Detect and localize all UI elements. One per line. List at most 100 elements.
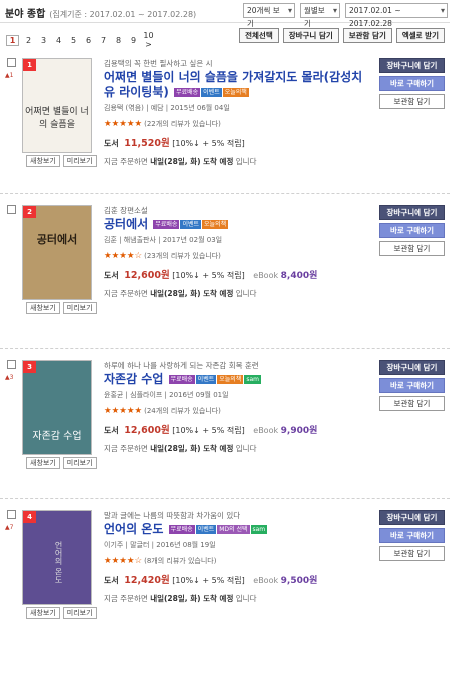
select-all-button[interactable]: 전체선택	[239, 28, 279, 43]
ebook-label: eBook	[253, 576, 279, 585]
price-row: 도서 12,420원 [10%↓ + 5% 적립] eBook 9,500원	[104, 572, 369, 586]
review-count[interactable]: (22개의 리뷰가 있습니다)	[144, 120, 221, 128]
view-count-select[interactable]: 20개씩 보기	[243, 3, 295, 28]
book-subtitle: 하루에 하나 나를 사랑하게 되는 자존감 회복 훈련	[104, 361, 259, 370]
page-title-text: 분야 종합	[5, 9, 46, 20]
rank-badge: 2	[23, 206, 36, 218]
add-to-cart-button[interactable]: 장바구니에 담기	[379, 205, 445, 220]
review-count[interactable]: (8개의 리뷰가 있습니다)	[144, 557, 216, 565]
badge: 이벤트	[180, 220, 202, 229]
period-text: (집계기준 : 2017.02.01 ~ 2017.02.28)	[49, 10, 197, 19]
rank-change: ▲1	[5, 72, 14, 79]
page-link[interactable]: 5	[68, 36, 79, 45]
review-count[interactable]: (24개의 리뷰가 있습니다)	[144, 407, 221, 415]
new-window-button[interactable]: 새창보기	[26, 155, 60, 167]
star-icons: ★★★★☆	[104, 251, 143, 261]
select-checkbox[interactable]	[7, 360, 16, 369]
page-link[interactable]: 6	[83, 36, 94, 45]
rank-badge: 3	[23, 361, 36, 373]
book-cover[interactable]: 3 자존감 수업	[22, 360, 92, 455]
new-window-button[interactable]: 새창보기	[26, 302, 60, 314]
book-cover[interactable]: 2 공터에서	[22, 205, 92, 300]
preview-button[interactable]: 미리보기	[62, 607, 97, 619]
add-cart-button[interactable]: 장바구니 담기	[282, 28, 339, 43]
period-view-select[interactable]: 월별보기	[300, 3, 340, 28]
preview-button[interactable]: 미리보기	[62, 155, 97, 167]
book-price: 12,600원	[124, 270, 170, 281]
price-label: 도서	[104, 271, 119, 280]
header-bar: 분야 종합 (집계기준 : 2017.02.01 ~ 2017.02.28) 20…	[0, 0, 450, 28]
ship-date: 내일(28일, 화) 도착 예정	[150, 444, 234, 453]
discount: [10%↓ + 5% 적립]	[172, 271, 245, 280]
badge: 오늘의책	[202, 220, 229, 229]
badge: MD의 선택	[217, 525, 250, 534]
rank-badge: 1	[23, 59, 36, 71]
wishlist-button[interactable]: 보관함 담기	[379, 241, 445, 256]
wishlist-button[interactable]: 보관함 담기	[379, 546, 445, 561]
book-cover[interactable]: 4 언어의 온도	[22, 510, 92, 605]
shipping-info: 지금 주문하면 내일(28일, 화) 도착 예정 입니다	[104, 288, 369, 299]
page-link[interactable]: 10 >	[143, 31, 154, 49]
book-title-row: 언어의 온도 무료배송 이벤트 MD의 선택 sam	[104, 522, 369, 537]
new-window-button[interactable]: 새창보기	[26, 607, 60, 619]
badge: sam	[244, 375, 261, 384]
shipping-info: 지금 주문하면 내일(28일, 화) 도착 예정 입니다	[104, 156, 369, 167]
rating: ★★★★★ (22개의 리뷰가 있습니다)	[104, 119, 369, 129]
book-subtitle: 말과 글에는 나름의 따뜻함과 차가움이 있다	[104, 511, 241, 520]
page-link[interactable]: 2	[23, 36, 34, 45]
keep-button[interactable]: 보관함 담기	[342, 28, 392, 43]
page-link[interactable]: 7	[98, 36, 109, 45]
buy-now-button[interactable]: 바로 구매하기	[379, 378, 445, 393]
ship-date: 내일(28일, 화) 도착 예정	[150, 594, 234, 603]
book-actions: 장바구니에 담기 바로 구매하기 보관함 담기	[379, 510, 445, 564]
select-checkbox[interactable]	[7, 510, 16, 519]
buy-now-button[interactable]: 바로 구매하기	[379, 223, 445, 238]
preview-buttons: 새창보기 미리보기	[26, 457, 100, 469]
page-link[interactable]: 9	[128, 36, 139, 45]
review-count[interactable]: (23개의 리뷰가 있습니다)	[144, 252, 221, 260]
wishlist-button[interactable]: 보관함 담기	[379, 396, 445, 411]
discount: [10%↓ + 5% 적립]	[172, 139, 245, 148]
buy-now-button[interactable]: 바로 구매하기	[379, 76, 445, 91]
book-title[interactable]: 자존감 수업	[104, 372, 163, 386]
ebook-price[interactable]: 9,900원	[281, 426, 318, 436]
book-actions: 장바구니에 담기 바로 구매하기 보관함 담기	[379, 360, 445, 414]
preview-button[interactable]: 미리보기	[62, 302, 97, 314]
book-title-row: 공터에서 무료배송 이벤트 오늘의책	[104, 217, 369, 232]
select-checkbox[interactable]	[7, 205, 16, 214]
add-to-cart-button[interactable]: 장바구니에 담기	[379, 360, 445, 375]
preview-button[interactable]: 미리보기	[62, 457, 97, 469]
page-link[interactable]: 4	[53, 36, 64, 45]
badge: 무료배송	[168, 525, 195, 534]
cover-title: 공터에서	[36, 233, 78, 246]
excel-button[interactable]: 엑셀로 받기	[395, 28, 445, 43]
ebook-label: eBook	[253, 426, 279, 435]
ship-date: 내일(28일, 화) 도착 예정	[150, 157, 234, 166]
book-title[interactable]: 공터에서	[104, 217, 148, 231]
book-subtitle: 김훈 장편소설	[104, 206, 148, 215]
price-label: 도서	[104, 426, 119, 435]
shipping-info: 지금 주문하면 내일(28일, 화) 도착 예정 입니다	[104, 443, 369, 454]
book-cover[interactable]: 1 어쩌면 별들이 너의 슬픔을	[22, 58, 92, 153]
ebook-price[interactable]: 9,500원	[281, 576, 318, 586]
badge: 오늘의책	[217, 375, 244, 384]
select-checkbox[interactable]	[7, 58, 16, 67]
date-range-select[interactable]: 2017.02.01 ~ 2017.02.28	[345, 3, 448, 28]
add-to-cart-button[interactable]: 장바구니에 담기	[379, 510, 445, 525]
divider	[0, 348, 450, 349]
page-link[interactable]: 1	[6, 34, 19, 46]
wishlist-button[interactable]: 보관함 담기	[379, 94, 445, 109]
book-price: 11,520원	[124, 138, 170, 149]
book-title[interactable]: 언어의 온도	[104, 522, 163, 536]
book-title-row: 어쩌면 별들이 너의 슬픔을 가져갈지도 몰라(감성치유 라이팅북) 무료배송 이…	[104, 70, 369, 100]
add-to-cart-button[interactable]: 장바구니에 담기	[379, 58, 445, 73]
new-window-button[interactable]: 새창보기	[26, 457, 60, 469]
page-link[interactable]: 8	[113, 36, 124, 45]
page-link[interactable]: 3	[38, 36, 49, 45]
buy-now-button[interactable]: 바로 구매하기	[379, 528, 445, 543]
pagination: 1 2 3 4 5 6 7 8 9 10 >	[6, 31, 158, 49]
preview-buttons: 새창보기 미리보기	[26, 302, 100, 314]
ship-suffix: 입니다	[235, 444, 257, 453]
ebook-price[interactable]: 8,400원	[281, 271, 318, 281]
preview-buttons: 새창보기 미리보기	[26, 155, 100, 167]
